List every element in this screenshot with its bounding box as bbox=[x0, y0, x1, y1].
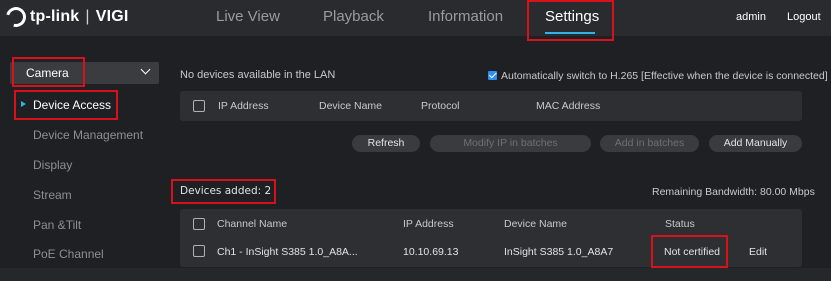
row-device-name: InSight S385 1.0_A8A7 bbox=[504, 246, 614, 258]
auto-h265-checkbox[interactable] bbox=[488, 71, 497, 80]
status-highlight-box bbox=[651, 235, 728, 268]
added-col-ip: IP Address bbox=[403, 218, 454, 230]
devices-added-highlight-box bbox=[171, 179, 276, 204]
settings-highlight-box bbox=[527, 0, 614, 41]
refresh-button[interactable]: Refresh bbox=[352, 135, 420, 152]
sidebar-item-display[interactable]: Display bbox=[33, 158, 72, 172]
sidebar-item-device-management[interactable]: Device Management bbox=[33, 128, 143, 142]
lan-col-protocol: Protocol bbox=[421, 100, 460, 112]
logo: tp-link | VIGI bbox=[2, 3, 129, 31]
row-checkbox[interactable] bbox=[193, 245, 205, 257]
sidebar-item-pan-tilt[interactable]: Pan &Tilt bbox=[33, 218, 81, 232]
auto-h265-label: Automatically switch to H.265 [Effective… bbox=[501, 70, 828, 82]
tplink-logo-icon bbox=[2, 3, 30, 31]
remaining-bandwidth: Remaining Bandwidth: 80.00 Mbps bbox=[652, 186, 815, 198]
modify-ip-batches-button[interactable]: Modify IP in batches bbox=[430, 135, 591, 152]
added-select-all-checkbox[interactable] bbox=[193, 218, 205, 230]
row-edit-link[interactable]: Edit bbox=[749, 246, 767, 258]
product-name: VIGI bbox=[95, 8, 129, 25]
nav-information[interactable]: Information bbox=[428, 8, 503, 25]
added-col-channel: Channel Name bbox=[217, 218, 288, 230]
nav-playback[interactable]: Playback bbox=[323, 8, 384, 25]
row-ip-address: 10.10.69.13 bbox=[403, 246, 459, 258]
nav-live-view[interactable]: Live View bbox=[216, 8, 280, 25]
chevron-down-icon bbox=[140, 64, 151, 75]
added-col-device-name: Device Name bbox=[504, 218, 568, 230]
lan-select-all-checkbox[interactable] bbox=[193, 100, 205, 112]
top-bar: tp-link | VIGI Live View Playback Inform… bbox=[0, 0, 831, 36]
sidebar-item-poe-channel[interactable]: PoE Channel bbox=[33, 247, 104, 261]
sidebar-item-stream[interactable]: Stream bbox=[33, 188, 72, 202]
lan-col-device-name: Device Name bbox=[319, 100, 383, 112]
added-col-status: Status bbox=[665, 218, 695, 230]
lan-status-text: No devices available in the LAN bbox=[180, 69, 336, 81]
device-access-highlight-box bbox=[14, 90, 118, 120]
lan-col-ip: IP Address bbox=[218, 100, 269, 112]
logout-link[interactable]: Logout bbox=[787, 11, 821, 23]
user-name[interactable]: admin bbox=[736, 11, 766, 23]
bottom-strip bbox=[0, 268, 831, 281]
lan-col-mac: MAC Address bbox=[536, 100, 601, 112]
add-in-batches-button[interactable]: Add in batches bbox=[600, 135, 699, 152]
camera-highlight-box bbox=[12, 57, 85, 87]
add-manually-button[interactable]: Add Manually bbox=[709, 135, 802, 152]
brand-name: tp-link bbox=[30, 8, 80, 25]
logo-separator: | bbox=[85, 8, 90, 25]
lan-table-header: IP Address Device Name Protocol MAC Addr… bbox=[180, 91, 802, 121]
row-channel-name: Ch1 - InSight S385 1.0_A8A... bbox=[217, 246, 358, 258]
